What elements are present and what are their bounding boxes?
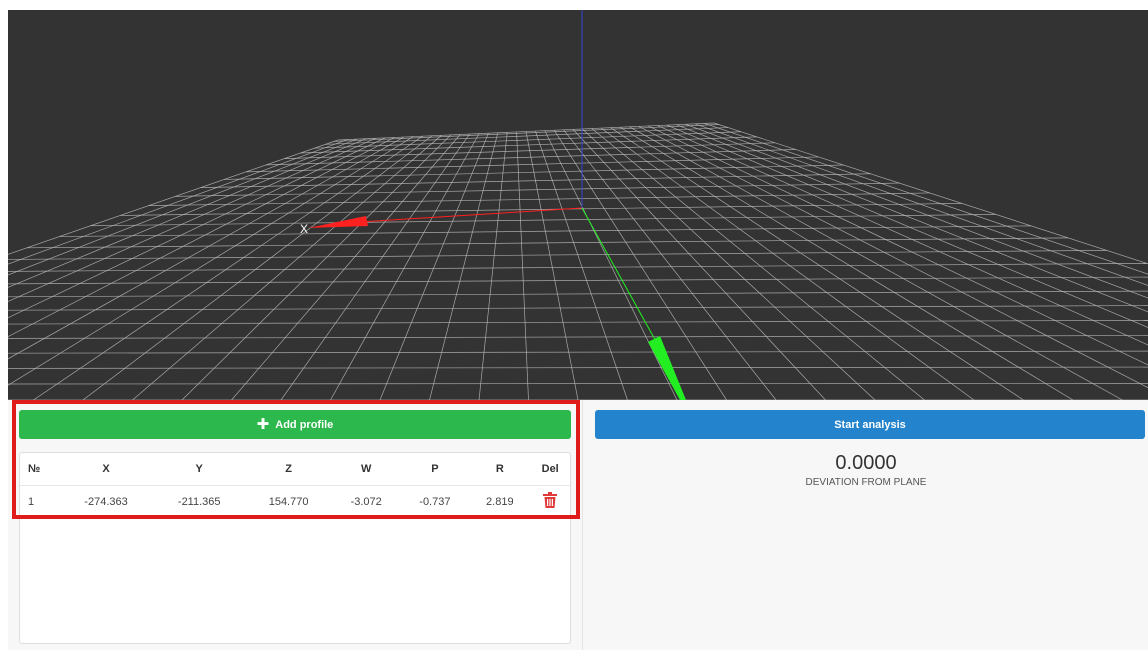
cell-del [530,485,570,519]
grid-line [8,366,1148,369]
add-profile-label: Add profile [275,418,334,431]
y-axis-line [581,207,659,346]
profiles-table: № X Y Z W P R Del 1 -274.363 -211.365 15… [20,453,570,519]
add-profile-button[interactable]: ✚ Add profile [19,410,571,439]
grid-line [8,320,1148,325]
analysis-panel: Start analysis 0.0000 DEVIATION FROM PLA… [582,400,1148,650]
grid-line [333,124,719,142]
plus-icon: ✚ [256,416,270,433]
grid-line [666,124,1148,328]
grid-line [90,214,996,227]
column-header-number: № [20,453,59,486]
grid-line [337,122,715,141]
grid-line [8,263,1147,272]
grid-line [224,164,844,180]
grid-line [582,128,876,400]
grid-line [26,237,1069,249]
cell-y: -211.365 [153,485,246,519]
column-header-del: Del [530,453,570,486]
ground-grid [8,122,1148,400]
deviation-label: DEVIATION FROM PLANE [805,477,927,488]
grid-line [8,350,1148,354]
grid-line [553,130,727,400]
grid-line [629,126,1123,400]
grid-line [181,134,452,400]
cell-w: -3.072 [331,485,401,519]
grid-line [33,135,423,400]
deviation-value: 0.0000 [835,452,897,474]
cell-z: 154.770 [245,485,332,519]
grid-line [544,130,678,400]
profiles-panel: ✚ Add profile № X Y Z W P R Del 1 -274.3… [8,400,582,650]
column-header-z: Z [245,453,332,486]
grid-line [657,125,1148,346]
grid-line [478,132,508,400]
grid-line [610,127,1024,400]
grid-line [132,135,442,400]
x-axis-label: X [300,222,308,236]
grid-line [120,203,962,216]
grid-line [82,135,433,400]
grid-line [563,129,777,400]
table-row: 1 -274.363 -211.365 154.770 -3.072 -0.73… [20,485,570,519]
grid-line [429,132,499,400]
3d-viewport[interactable]: X [8,10,1148,400]
grid-line [8,335,1148,339]
cell-number: 1 [20,485,59,519]
table-header-row: № X Y Z W P R Del [20,453,570,486]
grid-line [59,225,1032,237]
trash-icon[interactable] [543,491,558,513]
start-analysis-button[interactable]: Start analysis [595,410,1145,439]
grid-line [246,156,819,173]
column-header-y: Y [153,453,246,486]
grid-line [379,133,489,400]
y-axis-arrow [648,336,686,400]
grid-line [8,290,1148,298]
cell-p: -0.737 [400,485,470,519]
3d-scene[interactable]: X [8,10,1148,400]
bottom-area: ✚ Add profile № X Y Z W P R Del 1 -274.3… [8,400,1148,650]
cell-r: 2.819 [469,485,531,519]
grid-line [591,128,925,400]
grid-line [8,383,1148,385]
column-header-x: X [59,453,154,486]
grid-line [648,125,1148,366]
column-header-p: P [400,453,470,486]
grid-line [325,127,729,145]
grid-line [619,126,1074,400]
column-header-w: W [331,453,401,486]
x-axis-arrow [308,216,368,228]
profiles-table-container: № X Y Z W P R Del 1 -274.363 -211.365 15… [19,452,571,644]
cell-x: -274.363 [59,485,154,519]
column-header-r: R [469,453,531,486]
grid-line [8,305,1148,311]
grid-line [638,126,1148,389]
